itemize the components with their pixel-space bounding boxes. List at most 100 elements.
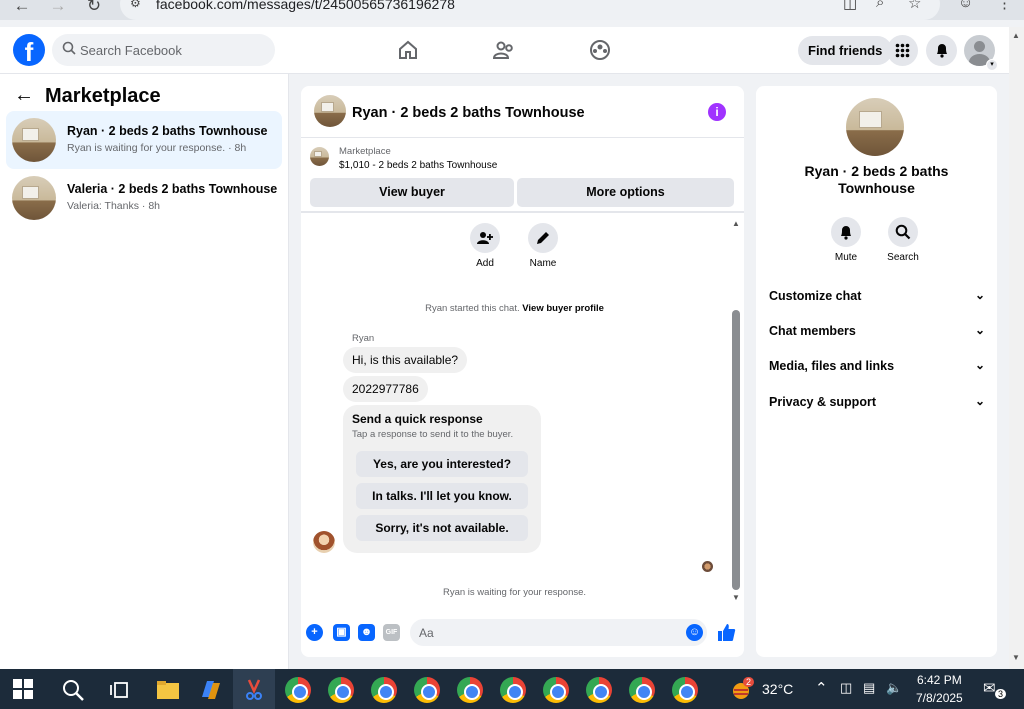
conversation-preview: Valeria: Thanks · 8h [67, 200, 160, 212]
conversation-preview: Ryan is waiting for your response. · 8h [67, 142, 247, 154]
home-icon[interactable] [395, 37, 421, 63]
chat-scrollbar[interactable]: ▲ ▼ [730, 216, 742, 606]
install-icon[interactable]: ◫ [843, 0, 857, 12]
chat-window: Ryan · 2 beds 2 baths Townhouse i Market… [301, 86, 744, 657]
facebook-logo-icon[interactable]: f [13, 34, 45, 66]
windows-start-icon[interactable] [13, 679, 33, 699]
profile-icon[interactable]: ☺ [958, 0, 973, 11]
reload-icon[interactable]: ↻ [82, 0, 106, 18]
emoji-icon[interactable]: ☺ [686, 624, 703, 641]
quick-response-button[interactable]: Sorry, it's not available. [356, 515, 528, 541]
page-scrollbar[interactable]: ▲ ▼ [1009, 27, 1024, 669]
chevron-down-icon: ⌄ [974, 323, 985, 337]
chat-details-panel: Ryan · 2 beds 2 baths Townhouse Mute Sea… [756, 86, 997, 657]
address-bar[interactable]: ⚙ facebook.com/messages/t/24500565736196… [120, 0, 940, 20]
temperature[interactable]: 32°C [762, 681, 793, 697]
sticker-icon[interactable]: ☻ [358, 624, 375, 641]
listing-price[interactable]: $1,010 - 2 beds 2 baths Townhouse [339, 160, 497, 171]
chevron-down-icon: ⌄ [974, 394, 985, 408]
zoom-icon[interactable]: ⌕ [876, 0, 884, 11]
chrome-icon[interactable] [414, 677, 440, 703]
search-action[interactable]: Search [883, 217, 923, 263]
more-options-button[interactable]: More options [517, 178, 734, 207]
inbox-title: Marketplace [45, 85, 161, 107]
conversation-name: Ryan · 2 beds 2 baths Townhouse [67, 124, 268, 138]
chat-scroll-down-icon[interactable]: ▼ [730, 593, 742, 602]
view-buyer-profile-link[interactable]: View buyer profile [522, 303, 604, 314]
search-box[interactable]: Search Facebook [52, 34, 275, 66]
groups-icon[interactable] [587, 37, 613, 63]
sender-avatar[interactable] [313, 531, 335, 553]
file-explorer-icon[interactable] [155, 677, 181, 703]
gif-icon[interactable]: GIF [383, 624, 400, 641]
tray-device-icon[interactable]: ◫ [840, 680, 852, 696]
network-icon[interactable]: ▤ [863, 680, 875, 696]
notifications-bell-icon[interactable] [926, 35, 957, 66]
scroll-down-icon[interactable]: ▼ [1012, 653, 1020, 662]
search-input[interactable]: Search Facebook [80, 43, 182, 58]
clock-time[interactable]: 6:42 PM [917, 673, 962, 687]
chrome-icon[interactable] [629, 677, 655, 703]
listing-banner: Marketplace $1,010 - 2 beds 2 baths Town… [301, 139, 744, 213]
url-text: facebook.com/messages/t/2450056573619627… [156, 0, 455, 12]
photo-icon[interactable]: ▣ [333, 624, 350, 641]
scroll-up-icon[interactable]: ▲ [1012, 31, 1020, 40]
add-people-action[interactable]: Add [465, 223, 505, 269]
bookmark-star-icon[interactable]: ☆ [908, 0, 921, 12]
sender-name: Ryan [352, 333, 375, 344]
message-bubble[interactable]: 2022977786 [343, 376, 428, 402]
section-label: Customize chat [769, 289, 862, 303]
section-customize-chat[interactable]: Customize chat ⌄ [769, 288, 985, 303]
chrome-icon[interactable] [672, 677, 698, 703]
menu-kebab-icon[interactable]: ⋮ [997, 0, 1012, 12]
back-arrow-icon[interactable]: ← [14, 84, 34, 107]
chrome-icon[interactable] [586, 677, 612, 703]
copilot-icon[interactable] [198, 677, 224, 703]
chat-scroll-thumb[interactable] [732, 310, 740, 590]
plus-icon[interactable]: + [306, 624, 323, 641]
menu-grid-icon[interactable] [887, 35, 918, 66]
notifications-icon[interactable]: ✉ [983, 679, 996, 697]
site-info-icon[interactable]: ⚙ [130, 0, 141, 10]
section-chat-members[interactable]: Chat members ⌄ [769, 323, 985, 338]
message-placeholder: Aa [419, 626, 434, 640]
quick-response-button[interactable]: In talks. I'll let you know. [356, 483, 528, 509]
section-privacy-support[interactable]: Privacy & support ⌄ [769, 394, 985, 409]
chat-title[interactable]: Ryan · 2 beds 2 baths Townhouse [352, 105, 585, 121]
message-bubble[interactable]: Hi, is this available? [343, 347, 468, 373]
rename-action[interactable]: Name [523, 223, 563, 269]
chevron-up-icon[interactable]: ⌃ [815, 679, 828, 697]
clock-date[interactable]: 7/8/2025 [916, 691, 963, 705]
message-input[interactable]: Aa ☺ [410, 619, 707, 646]
snipping-tool-icon[interactable] [241, 677, 267, 703]
forward-icon[interactable]: → [46, 0, 70, 18]
quick-response-button[interactable]: Yes, are you interested? [356, 451, 528, 477]
chrome-icon[interactable] [457, 677, 483, 703]
info-icon[interactable]: i [708, 103, 726, 121]
mute-action[interactable]: Mute [826, 217, 866, 263]
task-view-icon[interactable] [107, 677, 133, 703]
thumbs-up-icon[interactable] [717, 623, 736, 642]
friends-icon[interactable] [491, 37, 517, 63]
chrome-icon[interactable] [500, 677, 526, 703]
view-buyer-button[interactable]: View buyer [310, 178, 514, 207]
pencil-icon [528, 223, 558, 253]
waiting-notice: Ryan is waiting for your response. [442, 587, 587, 598]
listing-thumbnail [12, 118, 56, 162]
chat-listing-thumbnail[interactable] [314, 95, 346, 127]
conversation-item[interactable]: Valeria · 2 beds 2 baths Townhouse Valer… [6, 169, 282, 227]
conversation-item[interactable]: Ryan · 2 beds 2 baths Townhouse Ryan is … [6, 111, 282, 169]
chat-scroll-up-icon[interactable]: ▲ [730, 219, 742, 228]
account-chevron-icon[interactable]: ▾ [986, 59, 998, 71]
chrome-icon[interactable] [543, 677, 569, 703]
taskbar-search-icon[interactable] [60, 677, 86, 703]
chrome-icon[interactable] [285, 677, 311, 703]
section-media-files-links[interactable]: Media, files and links ⌄ [769, 358, 985, 373]
volume-icon[interactable]: 🔈 [886, 680, 902, 696]
chrome-icon[interactable] [371, 677, 397, 703]
chrome-icon[interactable] [328, 677, 354, 703]
details-listing-photo[interactable] [846, 98, 904, 156]
mute-label: Mute [834, 252, 858, 263]
find-friends-button[interactable]: Find friends [798, 36, 893, 65]
back-icon[interactable]: ← [10, 0, 34, 18]
